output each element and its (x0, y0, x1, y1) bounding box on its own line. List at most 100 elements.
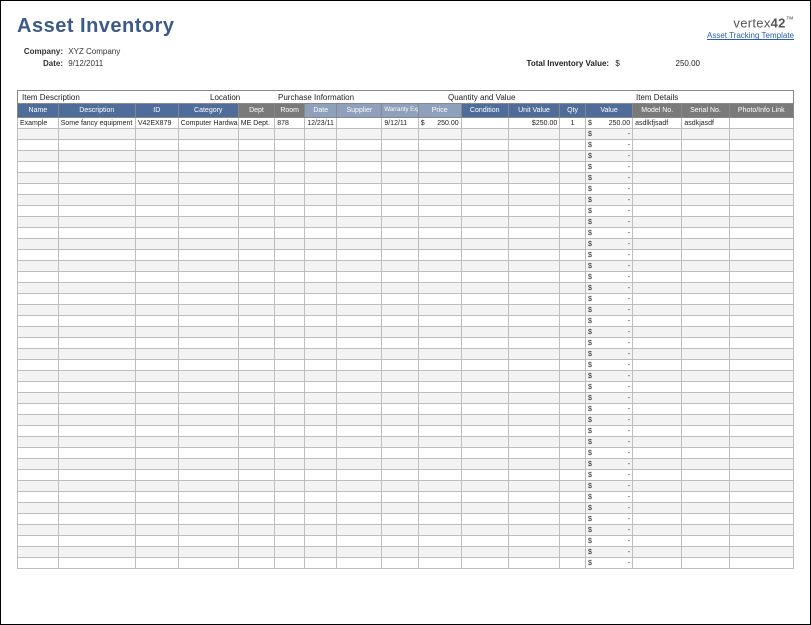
cell-empty[interactable] (633, 514, 682, 525)
cell-empty[interactable] (275, 129, 305, 140)
cell-empty[interactable] (382, 415, 418, 426)
cell-empty[interactable] (461, 382, 508, 393)
cell-empty[interactable] (461, 228, 508, 239)
cell-empty[interactable] (633, 470, 682, 481)
cell-empty[interactable] (178, 481, 238, 492)
cell-empty[interactable] (337, 217, 382, 228)
cell-empty[interactable] (633, 360, 682, 371)
cell-empty[interactable] (682, 283, 729, 294)
cell-empty[interactable] (382, 272, 418, 283)
cell-empty[interactable] (382, 239, 418, 250)
cell-empty[interactable] (682, 140, 729, 151)
cell-empty[interactable] (305, 481, 337, 492)
cell-empty[interactable] (729, 140, 793, 151)
cell-empty[interactable] (275, 415, 305, 426)
cell-empty[interactable] (382, 426, 418, 437)
cell-empty[interactable] (682, 404, 729, 415)
cell-empty[interactable] (178, 272, 238, 283)
cell-empty[interactable] (275, 151, 305, 162)
cell-empty[interactable] (729, 503, 793, 514)
cell-empty[interactable] (275, 547, 305, 558)
cell-empty[interactable] (418, 393, 461, 404)
cell-empty[interactable] (560, 492, 586, 503)
cell-empty[interactable] (633, 305, 682, 316)
cell-empty[interactable] (461, 217, 508, 228)
cell-empty[interactable] (135, 558, 178, 569)
cell-empty[interactable] (560, 525, 586, 536)
cell-empty[interactable] (305, 459, 337, 470)
cell-empty[interactable] (18, 525, 59, 536)
cell-empty[interactable] (178, 250, 238, 261)
cell-empty[interactable] (729, 206, 793, 217)
cell-empty[interactable] (418, 558, 461, 569)
cell-empty[interactable] (337, 558, 382, 569)
cell-empty[interactable] (382, 261, 418, 272)
cell-empty[interactable] (18, 129, 59, 140)
cell-empty[interactable] (178, 371, 238, 382)
cell-empty[interactable] (178, 393, 238, 404)
cell-empty[interactable] (729, 217, 793, 228)
cell-empty[interactable] (275, 503, 305, 514)
cell-empty[interactable] (58, 173, 135, 184)
cell-empty[interactable] (418, 382, 461, 393)
cell-empty[interactable] (238, 305, 274, 316)
cell-empty[interactable] (560, 349, 586, 360)
cell-empty[interactable] (729, 195, 793, 206)
cell-empty[interactable] (305, 525, 337, 536)
cell-empty[interactable] (337, 162, 382, 173)
cell-empty[interactable] (682, 426, 729, 437)
cell-empty[interactable] (461, 316, 508, 327)
cell-empty[interactable] (275, 228, 305, 239)
cell-desc[interactable]: Some fancy equipment (58, 118, 135, 129)
cell-empty[interactable] (18, 481, 59, 492)
cell-empty[interactable] (461, 338, 508, 349)
cell-empty[interactable] (633, 459, 682, 470)
cell-empty[interactable] (682, 481, 729, 492)
cell-empty[interactable] (508, 338, 559, 349)
cell-empty[interactable] (305, 393, 337, 404)
cell-empty[interactable] (633, 437, 682, 448)
cell-empty[interactable] (275, 558, 305, 569)
cell-empty[interactable] (633, 316, 682, 327)
cell-empty[interactable] (238, 547, 274, 558)
cell-empty[interactable] (58, 217, 135, 228)
cell-empty[interactable] (238, 382, 274, 393)
cell-empty[interactable] (58, 316, 135, 327)
cell-empty[interactable] (508, 140, 559, 151)
cell-empty[interactable] (418, 415, 461, 426)
cell-empty[interactable] (18, 294, 59, 305)
cell-empty[interactable] (729, 305, 793, 316)
cell-empty[interactable] (508, 393, 559, 404)
cell-empty[interactable] (633, 492, 682, 503)
cell-empty[interactable] (275, 239, 305, 250)
cell-val[interactable]: $- (585, 327, 632, 338)
cell-empty[interactable] (729, 470, 793, 481)
cell-model[interactable]: asdlkfjsadf (633, 118, 682, 129)
cell-empty[interactable] (461, 393, 508, 404)
cell-empty[interactable] (135, 459, 178, 470)
cell-empty[interactable] (560, 426, 586, 437)
cell-empty[interactable] (135, 360, 178, 371)
cell-empty[interactable] (461, 349, 508, 360)
cell-empty[interactable] (508, 206, 559, 217)
cell-empty[interactable] (382, 294, 418, 305)
cell-empty[interactable] (729, 360, 793, 371)
cell-empty[interactable] (729, 151, 793, 162)
cell-empty[interactable] (508, 162, 559, 173)
cell-empty[interactable] (18, 426, 59, 437)
cell-val[interactable]: $- (585, 448, 632, 459)
cell-empty[interactable] (682, 382, 729, 393)
cell-empty[interactable] (382, 228, 418, 239)
cell-empty[interactable] (560, 360, 586, 371)
cell-val[interactable]: $- (585, 195, 632, 206)
cell-empty[interactable] (560, 503, 586, 514)
cell-empty[interactable] (461, 470, 508, 481)
cell-empty[interactable] (508, 217, 559, 228)
cell-empty[interactable] (682, 558, 729, 569)
cell-empty[interactable] (418, 184, 461, 195)
cell-empty[interactable] (58, 239, 135, 250)
cell-empty[interactable] (178, 316, 238, 327)
cell-empty[interactable] (508, 349, 559, 360)
cell-empty[interactable] (18, 448, 59, 459)
cell-empty[interactable] (178, 547, 238, 558)
